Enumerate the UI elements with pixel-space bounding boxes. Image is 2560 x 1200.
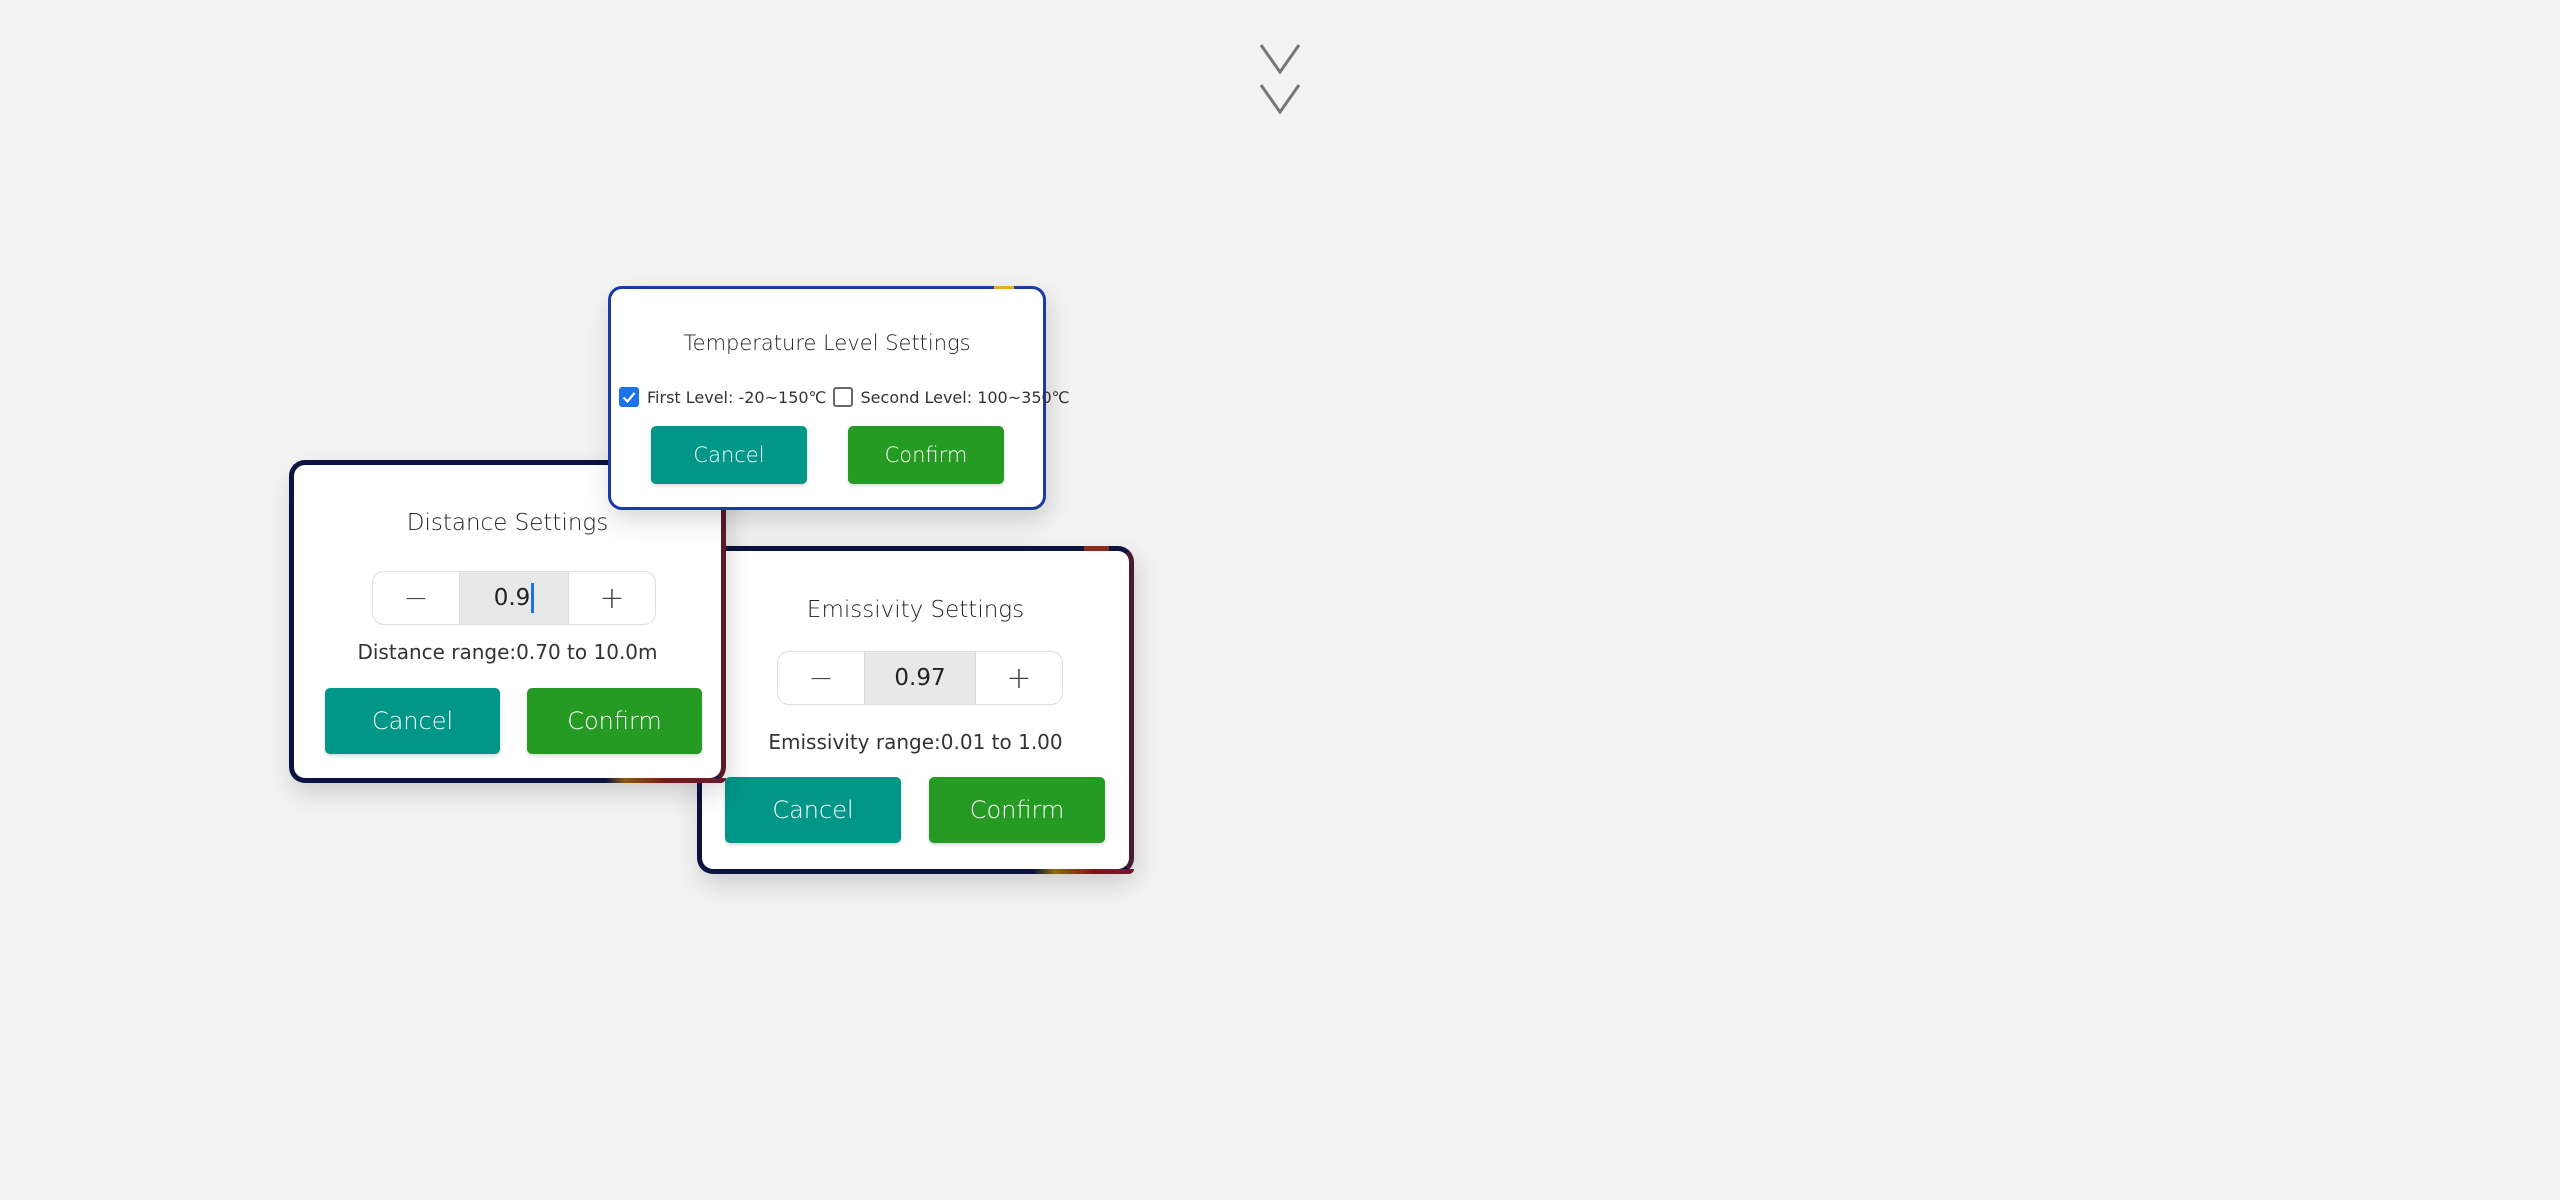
dialog-title: Emissivity Settings — [806, 597, 1025, 623]
increment-button[interactable]: + — [569, 572, 655, 624]
scroll-down-indicator[interactable] — [1258, 42, 1302, 118]
distance-stepper: − 0.9 + — [372, 571, 656, 625]
dialog-title: Temperature Level Settings — [683, 331, 971, 355]
plus-icon: + — [1006, 660, 1032, 696]
second-level-label: Second Level: 100~350℃ — [860, 387, 1070, 407]
emissivity-range-text: Emissivity range:0.01 to 1.00 — [768, 730, 1063, 754]
confirm-button[interactable]: Confirm — [929, 777, 1105, 843]
emissivity-settings-dialog: Emissivity Settings − 0.97 + Emissivity … — [697, 546, 1134, 874]
increment-button[interactable]: + — [976, 652, 1062, 704]
second-level-checkbox[interactable] — [832, 387, 853, 407]
emissivity-value: 0.97 — [894, 665, 946, 691]
minus-icon: − — [808, 660, 834, 696]
plus-icon: + — [599, 580, 625, 616]
decrement-button[interactable]: − — [373, 572, 459, 624]
decrement-button[interactable]: − — [778, 652, 864, 704]
text-cursor — [531, 583, 535, 613]
checkmark-icon — [622, 392, 636, 404]
emissivity-input[interactable]: 0.97 — [864, 652, 976, 704]
chevron-down-icon — [1259, 44, 1301, 75]
chevron-down-icon — [1259, 84, 1301, 115]
first-level-checkbox[interactable] — [619, 387, 639, 407]
dialog-title: Distance Settings — [406, 510, 609, 536]
cancel-button[interactable]: Cancel — [651, 426, 807, 484]
cancel-button[interactable]: Cancel — [325, 688, 500, 754]
emissivity-stepper: − 0.97 + — [777, 651, 1063, 705]
first-level-label: First Level: -20~150℃ — [647, 387, 827, 407]
temperature-level-dialog: Temperature Level Settings First Level: … — [608, 286, 1070, 510]
border-accent — [1084, 546, 1109, 551]
distance-input[interactable]: 0.9 — [459, 572, 569, 624]
cancel-button[interactable]: Cancel — [725, 777, 901, 843]
border-accent — [994, 286, 1014, 289]
border-accent — [1034, 869, 1134, 874]
temperature-level-options: First Level: -20~150℃ Second Level: 100~… — [619, 385, 1070, 409]
border-accent — [606, 778, 726, 783]
minus-icon: − — [403, 580, 429, 616]
distance-value: 0.9 — [493, 585, 531, 611]
distance-range-text: Distance range:0.70 to 10.0m — [357, 640, 658, 664]
confirm-button[interactable]: Confirm — [527, 688, 702, 754]
confirm-button[interactable]: Confirm — [848, 426, 1004, 484]
